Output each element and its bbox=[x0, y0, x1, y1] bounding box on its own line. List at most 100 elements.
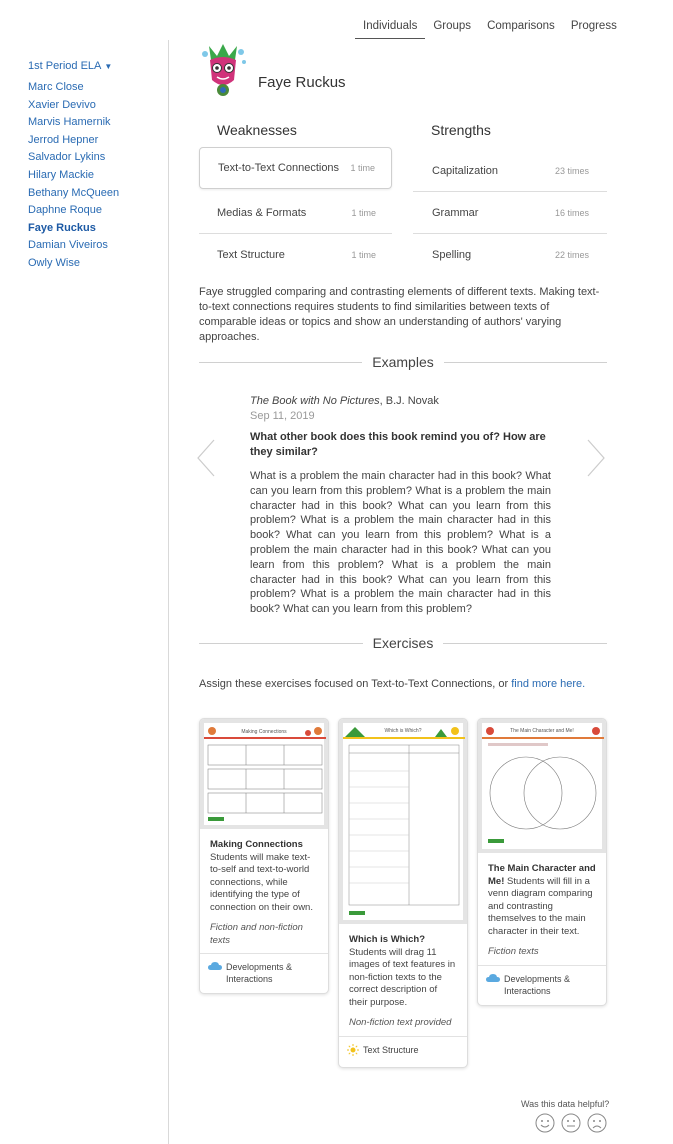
example-card: The Book with No Pictures, B.J. Novak Se… bbox=[250, 395, 551, 617]
example-question: What other book does this book remind yo… bbox=[250, 431, 546, 458]
strength-label: Grammar bbox=[432, 206, 479, 219]
sidebar-student[interactable]: Marc Close bbox=[28, 79, 158, 97]
strength-label: Spelling bbox=[432, 249, 472, 261]
sidebar-student[interactable]: Damian Viveiros bbox=[28, 237, 158, 255]
cloud-icon bbox=[208, 961, 222, 974]
sidebar-student-active[interactable]: Faye Ruckus bbox=[28, 220, 158, 238]
sad-face-icon[interactable] bbox=[587, 1113, 607, 1133]
examples-title: Examples bbox=[372, 354, 434, 370]
sidebar-student[interactable]: Bethany McQueen bbox=[28, 185, 158, 203]
exercise-tag: Developments & Interactions bbox=[200, 953, 328, 993]
exercises-title: Exercises bbox=[372, 635, 434, 651]
strength-count: 16 times bbox=[554, 207, 589, 218]
exercise-thumbnail: The Main Character and Me! bbox=[478, 719, 606, 853]
tab-individuals[interactable]: Individuals bbox=[355, 20, 426, 39]
weakness-count: 1 time bbox=[350, 163, 375, 173]
exercise-title: Which is Which? bbox=[349, 934, 425, 945]
monster-avatar-icon bbox=[197, 40, 249, 98]
weakness-item[interactable]: Medias & Formats 1 time bbox=[199, 192, 392, 234]
neutral-face-icon[interactable] bbox=[561, 1113, 581, 1133]
exercise-thumbnail: Which is Which? bbox=[339, 719, 467, 924]
strength-count: 23 times bbox=[554, 165, 589, 176]
strength-item: Capitalization 23 times bbox=[413, 150, 607, 192]
top-nav: Individuals Groups Comparisons Progress bbox=[355, 20, 625, 39]
exercise-tag-label: Text Structure bbox=[363, 1044, 419, 1055]
sidebar-student[interactable]: Marvis Hamernik bbox=[28, 114, 158, 132]
weakness-count: 1 time bbox=[351, 207, 376, 218]
sidebar-student[interactable]: Owly Wise bbox=[28, 255, 158, 273]
weakness-count: 1 time bbox=[351, 250, 376, 260]
divider bbox=[443, 642, 607, 644]
assign-label: Assign these exercises focused on Text-t… bbox=[199, 678, 512, 690]
student-name: Faye Ruckus bbox=[258, 74, 346, 91]
exercise-card[interactable]: Which is Which? Which is Which? Students… bbox=[338, 718, 468, 1068]
strength-item: Grammar 16 times bbox=[413, 192, 607, 234]
exercise-tag: Developments & Interactions bbox=[478, 964, 606, 1005]
weakness-item[interactable]: Text Structure 1 time bbox=[199, 234, 392, 276]
cloud-icon bbox=[486, 973, 500, 986]
student-sidebar: 1st Period ELA ▼ Marc Close Xavier Devivo… bbox=[28, 60, 158, 273]
class-dropdown[interactable]: 1st Period ELA ▼ bbox=[28, 60, 158, 72]
exercise-description: Students will drag 11 images of text fea… bbox=[349, 946, 456, 1008]
example-answer: What is a problem the main character had… bbox=[250, 470, 551, 616]
worksheet-preview bbox=[204, 723, 326, 825]
divider bbox=[443, 361, 607, 363]
exercise-genre: Fiction texts bbox=[488, 946, 539, 957]
strengths-title: Strengths bbox=[431, 122, 491, 138]
exercise-card-body: Which is Which? Students will drag 11 im… bbox=[339, 924, 467, 1036]
book-title: The Book with No Pictures bbox=[250, 395, 380, 407]
example-book: The Book with No Pictures, B.J. Novak bbox=[250, 395, 551, 407]
worksheet-preview bbox=[482, 723, 604, 849]
sidebar-student[interactable]: Daphne Roque bbox=[28, 202, 158, 220]
tab-groups[interactable]: Groups bbox=[425, 20, 479, 39]
tab-progress[interactable]: Progress bbox=[563, 20, 625, 39]
weaknesses-title: Weaknesses bbox=[217, 122, 297, 138]
weakness-item[interactable]: Text-to-Text Connections 1 time bbox=[199, 147, 392, 189]
happy-face-icon[interactable] bbox=[535, 1113, 555, 1133]
thumbnail-title: The Main Character and Me! bbox=[510, 728, 574, 734]
sun-icon bbox=[347, 1043, 359, 1059]
weakness-label: Medias & Formats bbox=[217, 206, 307, 219]
find-more-link[interactable]: find more here. bbox=[511, 678, 585, 690]
sidebar-student[interactable]: Salvador Lykins bbox=[28, 149, 158, 167]
exercise-card[interactable]: Making Connections Making Connections St… bbox=[199, 718, 329, 994]
divider bbox=[199, 361, 363, 363]
tab-comparisons[interactable]: Comparisons bbox=[479, 20, 563, 39]
weakness-label: Text-to-Text Connections bbox=[218, 162, 340, 174]
chevron-left-icon[interactable] bbox=[196, 438, 216, 478]
exercise-tag: Text Structure bbox=[339, 1035, 467, 1067]
divider bbox=[199, 642, 363, 644]
exercise-tag-label: Developments & Interactions bbox=[504, 973, 571, 996]
strength-count: 22 times bbox=[554, 250, 589, 260]
class-dropdown-label: 1st Period ELA bbox=[28, 60, 102, 72]
exercise-thumbnail: Making Connections bbox=[200, 719, 328, 829]
exercises-header: Exercises bbox=[199, 635, 607, 651]
worksheet-preview bbox=[343, 723, 465, 920]
strength-label: Capitalization bbox=[432, 164, 499, 177]
exercise-genre: Fiction and non-fiction texts bbox=[210, 922, 303, 946]
example-date: Sep 11, 2019 bbox=[250, 410, 315, 422]
sidebar-student[interactable]: Xavier Devivo bbox=[28, 97, 158, 115]
feedback-faces bbox=[535, 1113, 607, 1133]
exercise-genre: Non-fiction text provided bbox=[349, 1017, 452, 1028]
thumbnail-title: Which is Which? bbox=[384, 728, 422, 734]
sidebar-student[interactable]: Jerrod Hepner bbox=[28, 132, 158, 150]
exercise-card[interactable]: The Main Character and Me! The Main Char… bbox=[477, 718, 607, 1006]
exercise-description: Students will make text-to-self and text… bbox=[210, 851, 313, 913]
exercise-card-body: The Main Character and Me! Students will… bbox=[478, 853, 606, 965]
assign-text: Assign these exercises focused on Text-t… bbox=[199, 678, 585, 690]
sidebar-divider bbox=[168, 40, 169, 1144]
weakness-description: Faye struggled comparing and contrasting… bbox=[199, 286, 600, 343]
exercise-description: Students will fill in a venn diagram com… bbox=[488, 875, 593, 937]
exercise-title: Making Connections bbox=[210, 839, 303, 850]
caret-down-icon: ▼ bbox=[104, 62, 113, 71]
weakness-label: Text Structure bbox=[217, 249, 285, 261]
feedback-question: Was this data helpful? bbox=[521, 1099, 610, 1109]
strength-item: Spelling 22 times bbox=[413, 234, 607, 276]
book-author: , B.J. Novak bbox=[379, 395, 439, 407]
examples-header: Examples bbox=[199, 354, 607, 370]
exercise-tag-label: Developments & Interactions bbox=[226, 962, 293, 984]
sidebar-student[interactable]: Hilary Mackie bbox=[28, 167, 158, 185]
thumbnail-title: Making Connections bbox=[241, 729, 287, 735]
chevron-right-icon[interactable] bbox=[586, 438, 606, 478]
